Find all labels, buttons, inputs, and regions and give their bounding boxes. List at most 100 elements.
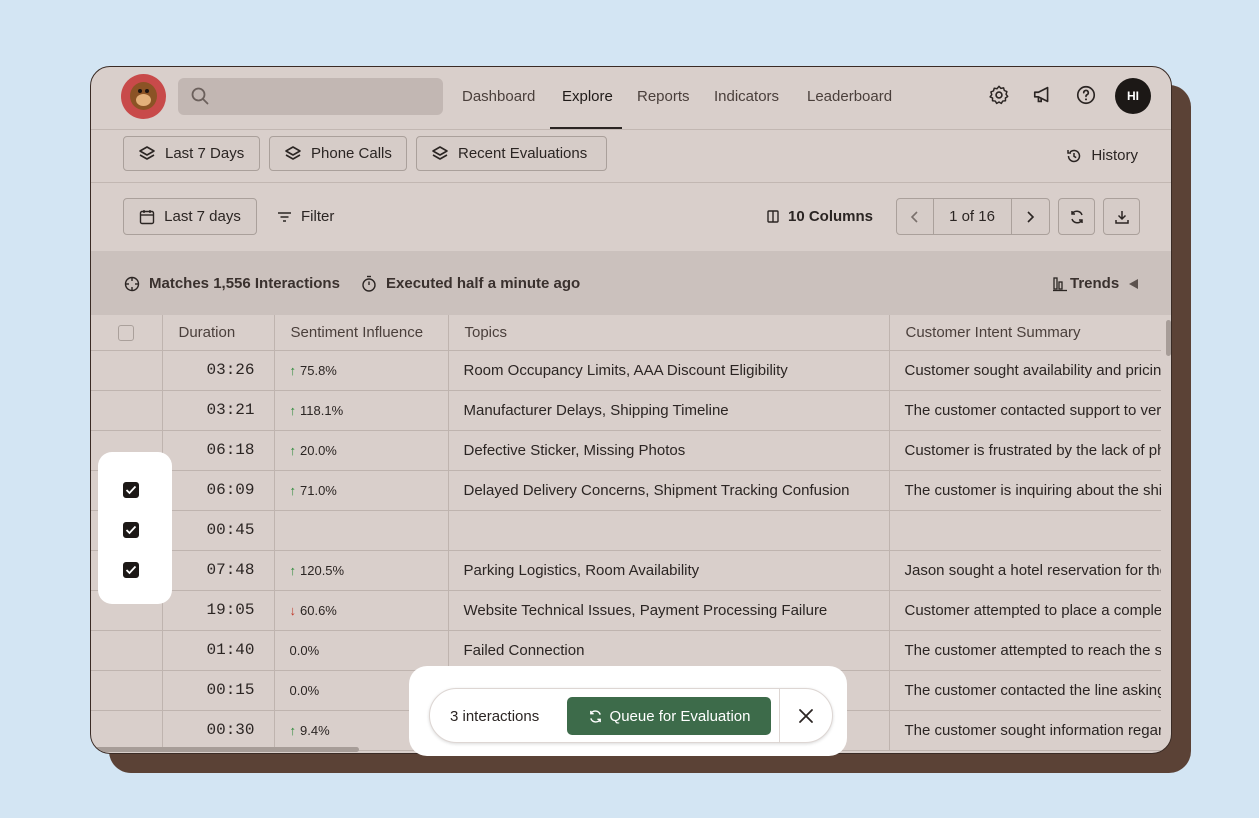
- row-checkbox[interactable]: [123, 522, 139, 538]
- sentiment-cell: ↑ 20.0%: [274, 430, 449, 471]
- app-window: Dashboard Explore Reports Indicators Lea…: [90, 66, 1172, 754]
- horizontal-scrollbar[interactable]: [94, 747, 359, 752]
- stopwatch-icon: [362, 275, 376, 292]
- executed-label: Executed half a minute ago: [386, 275, 581, 292]
- sentiment-value: 9.4%: [300, 722, 330, 738]
- matches-status: Matches 1,556 Interactions: [124, 275, 340, 292]
- gear-icon[interactable]: [988, 84, 1010, 106]
- help-icon[interactable]: [1075, 84, 1097, 106]
- download-icon: [1114, 210, 1129, 224]
- intent-summary-cell: The customer contacted support to verify…: [889, 390, 1161, 431]
- matches-label: Matches 1,556 Interactions: [149, 275, 340, 292]
- table-header-row: Duration Sentiment Influence Topics Cust…: [91, 315, 1161, 351]
- pagination: 1 of 16: [896, 198, 1050, 235]
- table-row[interactable]: 06:18 ↑ 20.0% Defective Sticker, Missing Ph…: [91, 430, 1161, 471]
- table-row[interactable]: 03:26 ↑ 75.8% Room Occupancy Limits, AAA Di…: [91, 350, 1161, 391]
- arrow-up-icon: ↑: [289, 482, 297, 498]
- nav-leaderboard[interactable]: Leaderboard: [807, 88, 892, 105]
- refresh-icon: [1070, 209, 1083, 224]
- bulk-divider: [779, 689, 780, 742]
- view-chip-last-7-days[interactable]: Last 7 Days: [123, 136, 260, 171]
- topics-cell: Website Technical Issues, Payment Proces…: [448, 590, 890, 631]
- next-page-button[interactable]: [1012, 199, 1050, 234]
- intent-summary-cell: Customer is frustrated by the lack of ph…: [889, 430, 1161, 471]
- prev-page-button[interactable]: [897, 199, 934, 234]
- megaphone-icon[interactable]: [1032, 84, 1054, 106]
- view-chip-recent-evaluations[interactable]: Recent Evaluations: [416, 136, 607, 171]
- queue-label: Queue for Evaluation: [609, 707, 751, 725]
- arrow-up-icon: ↑: [289, 362, 297, 378]
- selected-count: 3 interactions: [450, 708, 540, 725]
- queue-for-evaluation-button[interactable]: Queue for Evaluation: [567, 697, 771, 735]
- topics-cell: [448, 510, 890, 551]
- column-header-sentiment[interactable]: Sentiment Influence: [274, 315, 449, 351]
- bar-chart-icon: [1053, 276, 1067, 291]
- row-select-cell: [91, 390, 163, 431]
- row-select-cell: [91, 630, 163, 671]
- view-chip-phone-calls[interactable]: Phone Calls: [269, 136, 407, 171]
- filter-button[interactable]: Filter: [277, 208, 334, 225]
- filter-icon: [278, 211, 291, 222]
- lion-logo-icon[interactable]: [121, 74, 166, 119]
- sentiment-value: 0.0%: [289, 682, 320, 698]
- layers-icon: [432, 145, 448, 160]
- topics-cell: Room Occupancy Limits, AAA Discount Elig…: [448, 350, 890, 391]
- duration-cell: 06:18: [162, 430, 275, 471]
- layers-icon: [139, 145, 155, 160]
- duration-cell: 03:26: [162, 350, 275, 391]
- trends-label: Trends: [1070, 275, 1120, 292]
- sentiment-cell: 0.0%: [274, 630, 449, 671]
- table-row[interactable]: 07:48 ↑ 120.5% Parking Logistics, Room Avai…: [91, 550, 1161, 591]
- arrow-up-icon: ↑: [289, 402, 297, 418]
- columns-button[interactable]: 10 Columns: [767, 208, 873, 225]
- duration-cell: 00:15: [162, 670, 275, 711]
- topics-cell: Failed Connection: [448, 630, 890, 671]
- column-header-topics[interactable]: Topics: [448, 315, 890, 351]
- row-select-cell: [91, 350, 163, 391]
- arrow-up-icon: ↑: [289, 722, 297, 738]
- date-range-button[interactable]: Last 7 days: [123, 198, 257, 235]
- user-avatar[interactable]: HI: [1115, 78, 1151, 114]
- trends-toggle[interactable]: Trends: [1053, 275, 1139, 292]
- crosshair-icon: [124, 276, 140, 291]
- row-select-cell: [91, 710, 163, 751]
- intent-summary-cell: The customer sought information regardin…: [889, 710, 1161, 751]
- chevron-right-icon: [1027, 210, 1035, 223]
- table-row[interactable]: 06:09 ↑ 71.0% Delayed Delivery Concerns, Sh…: [91, 470, 1161, 511]
- nav-explore[interactable]: Explore: [562, 88, 613, 105]
- nav-dashboard[interactable]: Dashboard: [462, 88, 535, 105]
- history-button[interactable]: History: [1066, 147, 1138, 164]
- nav-reports[interactable]: Reports: [637, 88, 690, 105]
- view-chip-label: Last 7 Days: [165, 145, 245, 162]
- download-button[interactable]: [1103, 198, 1140, 235]
- intent-summary-cell: The customer is inquiring about the ship…: [889, 470, 1161, 511]
- column-header-duration[interactable]: Duration: [162, 315, 275, 351]
- close-icon[interactable]: [796, 706, 816, 726]
- table-row[interactable]: 00:45: [91, 510, 1161, 551]
- search-input[interactable]: [178, 78, 443, 115]
- top-navigation: Dashboard Explore Reports Indicators Lea…: [91, 67, 1171, 130]
- table-row[interactable]: 03:21 ↑ 118.1% Manufacturer Delays, Shippin…: [91, 390, 1161, 431]
- refresh-button[interactable]: [1058, 198, 1095, 235]
- sentiment-value: 60.6%: [300, 602, 337, 618]
- date-range-label: Last 7 days: [164, 208, 241, 225]
- sentiment-value: 120.5%: [300, 562, 345, 578]
- sentiment-value: 20.0%: [300, 442, 337, 458]
- table-row[interactable]: 19:05 ↓ 60.6% Website Technical Issues, Pay…: [91, 590, 1161, 631]
- column-header-intent-summary[interactable]: Customer Intent Summary: [889, 315, 1161, 351]
- intent-summary-cell: Jason sought a hotel reservation for the…: [889, 550, 1161, 591]
- filter-label: Filter: [301, 208, 335, 225]
- topics-cell: Parking Logistics, Room Availability: [448, 550, 890, 591]
- executed-status: Executed half a minute ago: [361, 275, 580, 292]
- sentiment-cell: ↑ 75.8%: [274, 350, 449, 391]
- select-all-checkbox[interactable]: [118, 324, 135, 341]
- table-row[interactable]: 01:40 0.0% Failed Connection The customer a…: [91, 630, 1161, 671]
- vertical-scrollbar[interactable]: [1166, 320, 1171, 356]
- row-checkbox[interactable]: [123, 482, 139, 498]
- view-chip-label: Recent Evaluations: [458, 145, 588, 162]
- duration-cell: 03:21: [162, 390, 275, 431]
- nav-indicators[interactable]: Indicators: [714, 88, 779, 105]
- bulk-action-bar: 3 interactions Queue for Evaluation: [429, 688, 833, 743]
- arrow-down-icon: ↓: [289, 602, 297, 618]
- row-checkbox[interactable]: [123, 562, 139, 578]
